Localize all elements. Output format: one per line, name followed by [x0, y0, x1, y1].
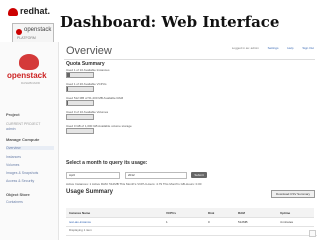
openstack-logo-icon: [19, 54, 39, 70]
openstack-dot-icon: [16, 29, 22, 35]
openstack-platform-badge: openstack PLATFORM: [12, 23, 54, 43]
sidebar-item-volumes[interactable]: Volumes: [6, 163, 54, 167]
sidebar-item-instances[interactable]: Instances: [6, 155, 54, 159]
instance-vcpus: 1: [166, 220, 168, 224]
object-store-heading: Object Store: [6, 192, 30, 197]
settings-link[interactable]: Settings: [268, 46, 279, 50]
sidebar: openstack DASHBOARD Project CURRENT PROJ…: [0, 42, 59, 240]
current-project-label: CURRENT PROJECT: [6, 122, 41, 126]
submit-button[interactable]: Submit: [191, 172, 207, 178]
instance-ram: 512MB: [238, 220, 248, 224]
table-footer: Displaying 1 item: [66, 226, 317, 236]
redhat-logo: redhat.: [8, 6, 52, 20]
quota-storage-bar: [66, 128, 94, 134]
redhat-hat-icon: [8, 8, 18, 16]
instance-disk: 0: [208, 220, 210, 224]
col-instance-name: Instance Name: [69, 211, 91, 215]
download-csv-button[interactable]: Download CSV Summary: [271, 190, 315, 198]
logged-in-text: Logged in as: admin: [231, 46, 259, 50]
header-divider: [64, 59, 315, 60]
sidebar-item-containers[interactable]: Containers: [6, 200, 54, 204]
top-links: Logged in as: admin Settings Help Sign O…: [224, 46, 314, 50]
main-content: Overview Logged in as: admin Settings He…: [59, 42, 320, 240]
year-select[interactable]: 2012: [125, 172, 187, 179]
dashboard-frame: openstack DASHBOARD Project CURRENT PROJ…: [0, 42, 320, 240]
slide-title: Dashboard: Web Interface: [60, 13, 280, 31]
openstack-logo[interactable]: openstack DASHBOARD: [5, 54, 53, 88]
manage-compute-heading: Manage Compute: [6, 137, 40, 142]
page-title: Overview: [66, 45, 112, 57]
active-summary-text: Active Instances: 1 Active RAM: 512MB Th…: [66, 182, 202, 186]
instance-uptime: 4 minutes: [280, 220, 294, 224]
redhat-brand-text: redhat.: [20, 6, 51, 16]
month-select[interactable]: April: [66, 172, 120, 179]
scroll-corner[interactable]: [309, 230, 316, 237]
sidebar-item-overview[interactable]: Overview: [6, 146, 54, 150]
quota-instances-bar: [66, 72, 94, 78]
current-project-select[interactable]: admin: [6, 127, 54, 131]
month-select-label: Select a month to query its usage:: [66, 160, 148, 166]
col-vcpus: VCPUs: [166, 211, 177, 215]
project-heading: Project: [6, 112, 20, 117]
sidebar-item-images[interactable]: Images & Snapshots: [6, 171, 54, 175]
instance-name-link[interactable]: test-aio-instance: [69, 220, 91, 224]
quota-ram-bar: [66, 100, 94, 106]
col-disk: Disk: [208, 211, 215, 215]
logo-subtext: DASHBOARD: [21, 81, 41, 85]
badge-label: openstack: [24, 27, 52, 33]
quota-volumes-bar: [66, 114, 94, 120]
col-ram: RAM: [238, 211, 245, 215]
usage-summary-heading: Usage Summary: [66, 189, 114, 195]
sign-out-link[interactable]: Sign Out: [302, 46, 314, 50]
logo-text: openstack: [7, 71, 47, 80]
quota-summary-heading: Quota Summary: [66, 61, 105, 67]
badge-sublabel: PLATFORM: [17, 36, 36, 40]
quota-vcpus-bar: [66, 86, 94, 92]
col-uptime: Uptime: [280, 211, 291, 215]
sidebar-item-access-security[interactable]: Access & Security: [6, 179, 54, 183]
help-link[interactable]: Help: [287, 46, 293, 50]
